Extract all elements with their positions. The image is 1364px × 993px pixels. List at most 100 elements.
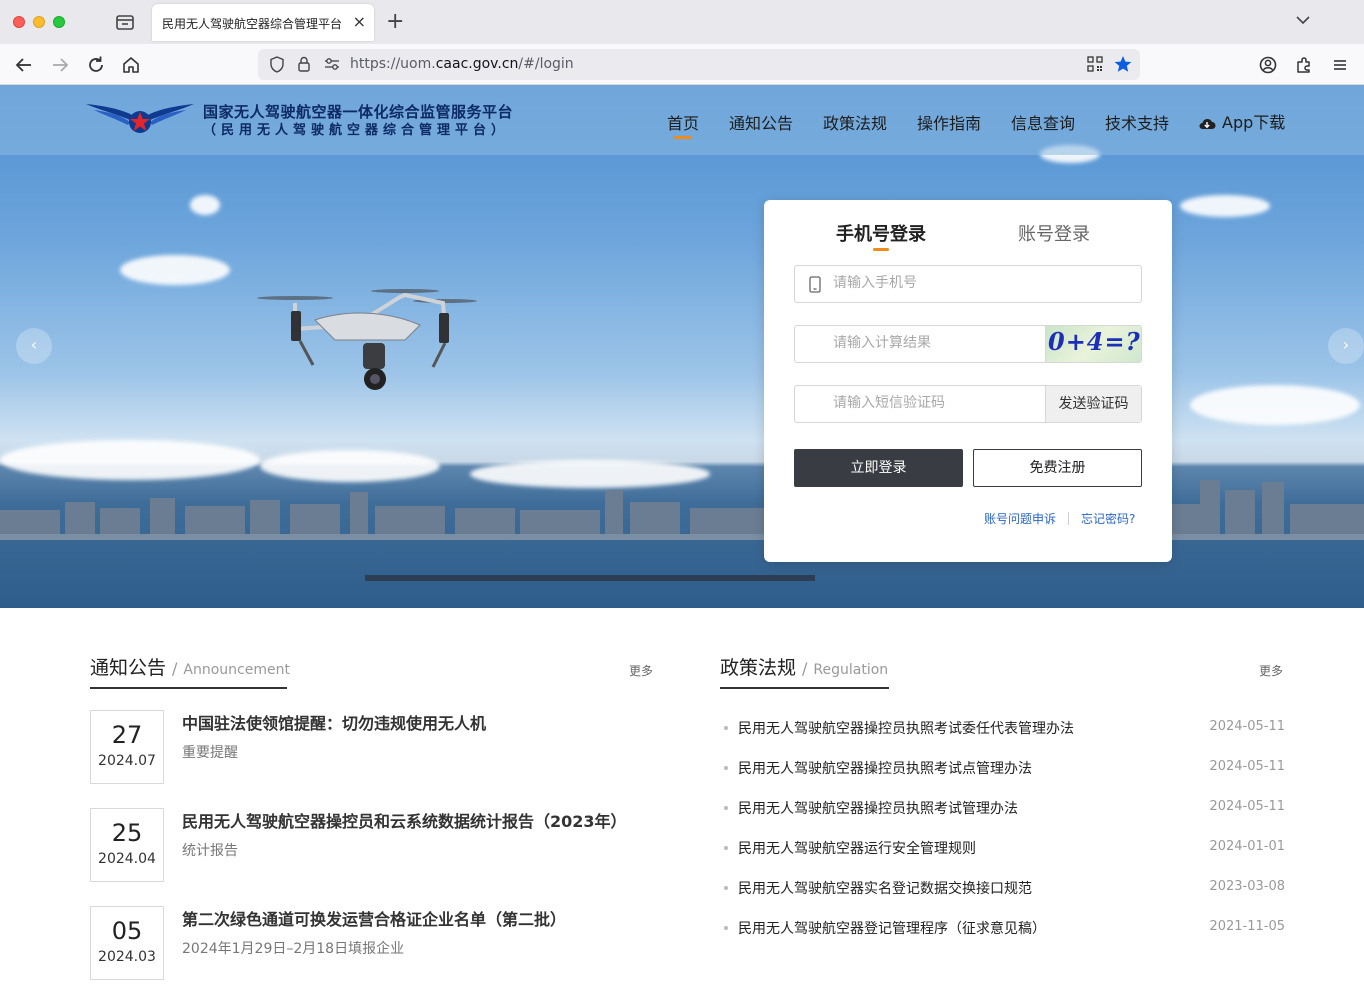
tab-phone-login[interactable]: 手机号登录: [836, 220, 926, 251]
regulation-title[interactable]: 民用无人驾驶航空器操控员执照考试委任代表管理办法: [738, 718, 1074, 738]
qr-code-icon[interactable]: [1087, 56, 1103, 72]
caac-wings-logo-icon[interactable]: [86, 100, 194, 136]
calc-field[interactable]: 0+4=?: [794, 325, 1142, 363]
nav-app-download[interactable]: App下载: [1198, 109, 1285, 133]
captcha-image[interactable]: 0+4=?: [1045, 326, 1141, 362]
cloud-shape: [1180, 195, 1270, 217]
url-suffix: /#/login: [518, 56, 574, 72]
regulation-item[interactable]: 民用无人驾驶航空器实名登记数据交换接口规范 2023-03-08: [724, 878, 1285, 898]
regulation-date: 2023-03-08: [1209, 879, 1285, 894]
extensions-icon[interactable]: [1293, 54, 1315, 76]
url-text[interactable]: https://uom.caac.gov.cn/#/login: [350, 56, 574, 72]
bullet-dot: [724, 846, 728, 850]
date-year-month: 2024.07: [98, 753, 156, 769]
chevron-down-icon[interactable]: [1294, 11, 1312, 29]
regulation-date: 2021-11-05: [1209, 919, 1285, 934]
site-header: 国家无人驾驶航空器一体化综合监管服务平台 （民用无人驾驶航空器综合管理平台） 首…: [0, 85, 1364, 155]
browser-tab[interactable]: 民用无人驾驶航空器综合管理平台（UOM） ×: [152, 4, 374, 41]
reload-icon[interactable]: [85, 54, 107, 76]
regulation-item[interactable]: 民用无人驾驶航空器操控员执照考试管理办法 2024-05-11: [724, 798, 1285, 818]
nav-announcements[interactable]: 通知公告: [729, 110, 793, 134]
regulation-item[interactable]: 民用无人驾驶航空器运行安全管理规则 2024-01-01: [724, 838, 1285, 858]
announcements-more-link[interactable]: 更多: [629, 662, 653, 679]
close-window-button[interactable]: [13, 16, 25, 28]
web-page: 国家无人驾驶航空器一体化综合监管服务平台 （民用无人驾驶航空器综合管理平台） 首…: [0, 85, 1364, 993]
announcement-title[interactable]: 第二次绿色通道可换发运营合格证企业名单（第二批）: [182, 906, 566, 930]
mobile-phone-icon: [809, 276, 821, 293]
date-box: 25 2024.04: [90, 808, 164, 882]
regulation-item[interactable]: 民用无人驾驶航空器操控员执照考试委任代表管理办法 2024-05-11: [724, 718, 1285, 738]
permissions-icon[interactable]: [324, 57, 340, 71]
tab-account-login[interactable]: 账号登录: [1018, 220, 1090, 246]
heading-slash: /: [802, 659, 808, 678]
shield-icon[interactable]: [269, 56, 285, 73]
menu-icon[interactable]: [1329, 54, 1351, 76]
login-button[interactable]: 立即登录: [794, 449, 963, 487]
regulation-title[interactable]: 民用无人驾驶航空器实名登记数据交换接口规范: [738, 878, 1032, 898]
nav-guide[interactable]: 操作指南: [917, 110, 981, 134]
regulation-date: 2024-05-11: [1209, 719, 1285, 734]
lock-icon[interactable]: [297, 55, 311, 73]
regulation-title[interactable]: 民用无人驾驶航空器运行安全管理规则: [738, 838, 976, 858]
sms-code-input[interactable]: [833, 395, 1033, 411]
announcement-item[interactable]: 05 2024.03 第二次绿色通道可换发运营合格证企业名单（第二批） 2024…: [90, 906, 650, 980]
cloud-download-icon: [1199, 118, 1216, 129]
maximize-window-button[interactable]: [53, 16, 65, 28]
announcement-summary: 重要提醒: [182, 745, 238, 761]
date-box: 27 2024.07: [90, 710, 164, 784]
register-button[interactable]: 免费注册: [973, 449, 1142, 487]
send-sms-code-button[interactable]: 发送验证码: [1045, 386, 1141, 422]
tab-list-icon[interactable]: [114, 12, 136, 32]
carousel-prev-button[interactable]: ‹: [16, 328, 52, 364]
announcement-summary: 统计报告: [182, 843, 238, 859]
announcement-title[interactable]: 民用无人驾驶航空器操控员和云系统数据统计报告（2023年）: [182, 808, 627, 832]
new-tab-button[interactable]: +: [386, 8, 404, 36]
date-day: 27: [111, 721, 143, 749]
link-divider: [1068, 512, 1069, 525]
bullet-dot: [724, 806, 728, 810]
nav-tech-support[interactable]: 技术支持: [1105, 110, 1169, 134]
announcement-item[interactable]: 27 2024.07 中国驻法使领馆提醒：切勿违规使用无人机 重要提醒: [90, 710, 650, 784]
date-day: 05: [111, 917, 143, 945]
browser-titlebar: 民用无人驾驶航空器综合管理平台（UOM） × +: [0, 0, 1364, 44]
regulation-title[interactable]: 民用无人驾驶航空器操控员执照考试管理办法: [738, 798, 1018, 818]
regulation-title[interactable]: 民用无人驾驶航空器登记管理程序（征求意见稿）: [738, 918, 1046, 938]
date-box: 05 2024.03: [90, 906, 164, 980]
browser-toolbar: https://uom.caac.gov.cn/#/login: [0, 44, 1364, 85]
regulations-more-link[interactable]: 更多: [1259, 662, 1283, 679]
regulations-title-en: Regulation: [813, 662, 889, 678]
announcement-summary: 2024年1月29日–2月18日填报企业: [182, 941, 405, 957]
tab-close-icon[interactable]: ×: [353, 13, 366, 31]
regulation-item[interactable]: 民用无人驾驶航空器操控员执照考试点管理办法 2024-05-11: [724, 758, 1285, 778]
forgot-password-link[interactable]: 忘记密码?: [1081, 510, 1135, 527]
regulation-item[interactable]: 民用无人驾驶航空器登记管理程序（征求意见稿） 2021-11-05: [724, 918, 1285, 938]
announcement-title[interactable]: 中国驻法使领馆提醒：切勿违规使用无人机: [182, 710, 486, 734]
sms-field[interactable]: 发送验证码: [794, 385, 1142, 423]
cloud-shape: [190, 195, 220, 215]
regulation-date: 2024-01-01: [1209, 839, 1285, 854]
app-download-label: App下载: [1222, 113, 1286, 132]
heading-slash: /: [172, 659, 178, 678]
back-arrow-icon[interactable]: [13, 54, 35, 76]
date-year-month: 2024.03: [98, 949, 156, 965]
carousel-next-button[interactable]: ›: [1328, 328, 1364, 364]
phone-field[interactable]: [794, 265, 1142, 303]
calc-result-input[interactable]: [833, 335, 1033, 351]
announcements-heading: 通知公告 / Announcement: [90, 653, 290, 680]
announcement-item[interactable]: 25 2024.04 民用无人驾驶航空器操控员和云系统数据统计报告（2023年）…: [90, 808, 650, 882]
hero-banner: 国家无人驾驶航空器一体化综合监管服务平台 （民用无人驾驶航空器综合管理平台） 首…: [0, 85, 1364, 608]
nav-info-query[interactable]: 信息查询: [1011, 110, 1075, 134]
minimize-window-button[interactable]: [33, 16, 45, 28]
phone-input[interactable]: [833, 275, 1033, 291]
account-icon[interactable]: [1257, 54, 1279, 76]
forward-arrow-icon[interactable]: [49, 54, 71, 76]
regulation-title[interactable]: 民用无人驾驶航空器操控员执照考试点管理办法: [738, 758, 1032, 778]
account-appeal-link[interactable]: 账号问题申诉: [984, 510, 1056, 527]
announcements-title-en: Announcement: [183, 662, 290, 678]
home-icon[interactable]: [120, 54, 142, 76]
nav-home[interactable]: 首页: [667, 110, 699, 139]
address-bar[interactable]: https://uom.caac.gov.cn/#/login: [258, 49, 1140, 80]
bookmark-star-icon[interactable]: [1114, 55, 1132, 73]
nav-regulations[interactable]: 政策法规: [823, 110, 887, 134]
url-host: caac.gov.cn: [435, 56, 519, 72]
